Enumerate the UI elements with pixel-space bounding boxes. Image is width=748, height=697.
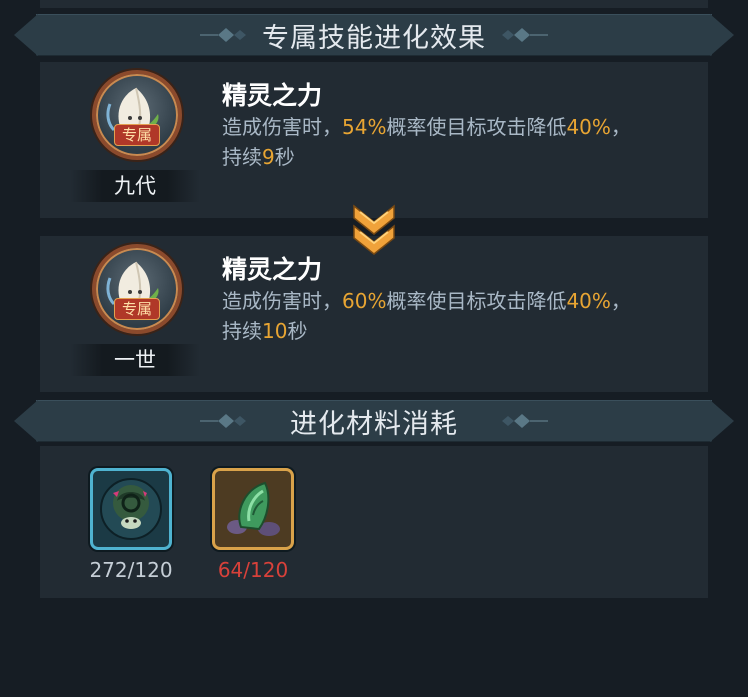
skill-description: 造成伤害时，60%概率使目标攻击降低40%， 持续10秒 [222,289,631,343]
skill-evolution-header: 专属技能进化效果 [14,14,734,56]
duration-value: 9 [262,145,275,169]
section-title: 进化材料消耗 [290,408,458,440]
evolve-arrow-down-icon [353,204,395,255]
chance-value: 60% [342,289,387,313]
materials-panel: 272/120 64/120 [40,446,708,598]
duration-value: 10 [262,319,288,343]
chance-value: 54% [342,115,387,139]
material-slot-green-crystal[interactable] [212,468,294,550]
ornament-right-icon [502,414,548,428]
spirit-power-skill-icon[interactable]: 专属 [92,244,182,334]
skill-current-panel: 专属 九代 精灵之力 造成伤害时，54%概率使目标攻击降低40%， 持续9秒 [40,62,708,218]
exclusive-tag: 专属 [114,124,160,146]
green-crystal-icon [227,481,280,536]
generation-label: 一世 [70,344,200,376]
material-count-insufficient: 64/120 [217,558,289,582]
reduce-value: 40% [566,115,611,139]
previous-panel-edge [40,0,708,8]
material-count: 272/120 [89,558,173,582]
skill-evolved-panel: 专属 一世 精灵之力 造成伤害时，60%概率使目标攻击降低40%， 持续10秒 [40,236,708,392]
skill-name: 精灵之力 [222,81,323,110]
spirit-power-skill-icon[interactable]: 专属 [92,70,182,160]
character-shard-icon [100,478,162,540]
ornament-left-icon [200,28,246,42]
section-title: 专属技能进化效果 [262,22,486,54]
reduce-value: 40% [566,289,611,313]
skill-name: 精灵之力 [222,255,323,284]
ornament-left-icon [200,414,246,428]
material-cost-header: 进化材料消耗 [14,400,734,442]
generation-label: 九代 [70,170,200,202]
skill-description: 造成伤害时，54%概率使目标攻击降低40%， 持续9秒 [222,115,631,169]
ornament-right-icon [502,28,548,42]
exclusive-tag: 专属 [114,298,160,320]
material-slot-character-shard[interactable] [90,468,172,550]
